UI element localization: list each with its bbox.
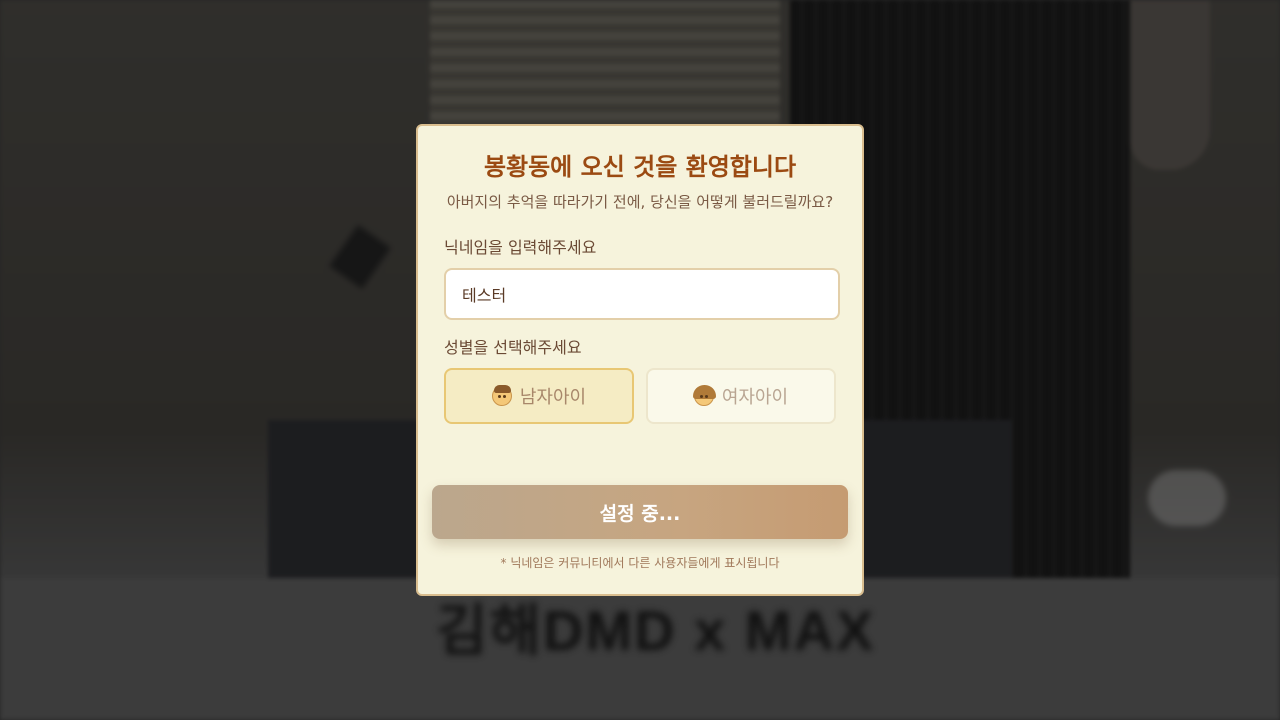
gender-option-boy[interactable]: 남자아이 — [444, 368, 634, 424]
gender-option-girl[interactable]: 여자아이 — [646, 368, 836, 424]
gender-option-label: 여자아이 — [721, 387, 789, 408]
gender-label: 성별을 선택해주세요 — [444, 338, 582, 357]
boy-emoji-icon — [491, 385, 512, 406]
modal-subtitle: 아버지의 추억을 따라가기 전에, 당신을 어떻게 불러드릴까요? — [446, 193, 834, 211]
nickname-label: 닉네임을 입력해주세요 — [444, 238, 597, 257]
gender-option-label: 남자아이 — [519, 387, 587, 408]
nickname-input[interactable] — [444, 268, 840, 320]
nickname-setup-modal: 봉황동에 오신 것을 환영합니다 아버지의 추억을 따라가기 전에, 당신을 어… — [416, 124, 864, 596]
submit-button[interactable]: 설정 중... — [432, 485, 848, 539]
gender-options: 남자아이 여자아이 — [444, 368, 836, 424]
modal-title: 봉황동에 오신 것을 환영합니다 — [483, 152, 797, 181]
nickname-footnote: * 닉네임은 커뮤니티에서 다른 사용자들에게 표시됩니다 — [500, 556, 780, 570]
girl-emoji-icon — [692, 385, 716, 406]
